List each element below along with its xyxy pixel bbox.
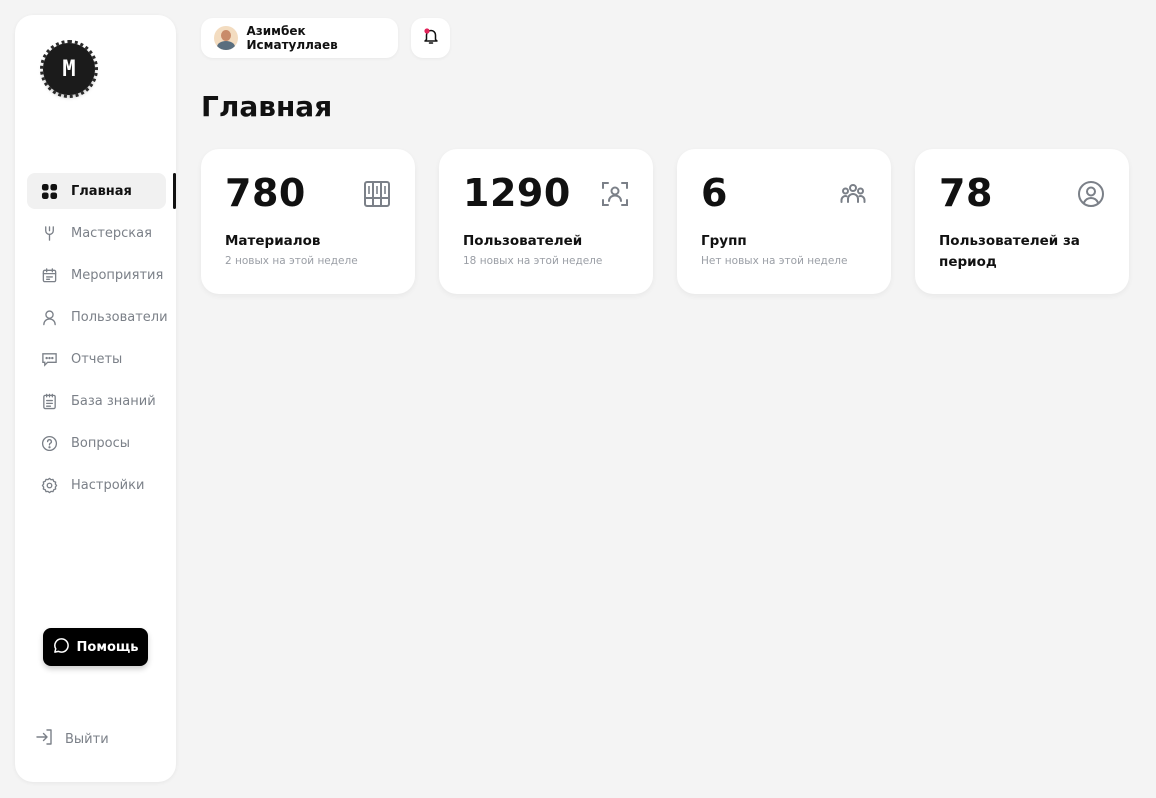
group-icon [839, 180, 867, 208]
sidebar-item-label: Мероприятия [71, 267, 164, 283]
clipboard-icon [40, 392, 58, 410]
stat-value: 78 [939, 171, 993, 215]
help-button-label: Помощь [76, 639, 139, 655]
sidebar-item-label: Пользователи [71, 309, 168, 325]
stat-label: Групп [701, 233, 747, 249]
gear-icon [40, 476, 58, 494]
stat-value: 6 [701, 171, 728, 215]
dashboard-icon [40, 182, 58, 200]
logout-icon [35, 727, 55, 751]
notifications-button[interactable] [411, 18, 450, 58]
chat-bubble-icon [53, 637, 70, 658]
avatar [214, 26, 238, 50]
user-profile-chip[interactable]: Азимбек Исматуллаев [201, 18, 398, 58]
stat-card-users-period[interactable]: 78 Пользователей за период [915, 149, 1129, 294]
calendar-icon [40, 266, 58, 284]
sidebar-item-events[interactable]: Мероприятия [27, 257, 176, 293]
sidebar-item-label: Отчеты [71, 351, 123, 367]
stat-subtext: 18 новых на этой неделе [463, 255, 603, 267]
user-circle-icon [1077, 180, 1105, 208]
stat-value: 1290 [463, 171, 571, 215]
sidebar-item-users[interactable]: Пользователи [27, 299, 176, 335]
stat-subtext: Нет новых на этой неделе [701, 255, 848, 267]
user-icon [40, 308, 58, 326]
sidebar-item-label: Мастерская [71, 225, 152, 241]
stat-card-materials[interactable]: 780 Материалов 2 новых на этой неделе [201, 149, 415, 294]
question-icon [40, 434, 58, 452]
help-button[interactable]: Помощь [43, 628, 148, 666]
sidebar-item-label: Главная [71, 183, 132, 199]
logout-button[interactable]: Выйти [35, 727, 109, 751]
sidebar-item-label: Настройки [71, 477, 145, 493]
stat-value: 780 [225, 171, 306, 215]
sidebar: M Главная Мастерская Мероприятия Пользов… [15, 15, 176, 782]
page-title: Главная [201, 90, 333, 123]
chat-icon [40, 350, 58, 368]
sidebar-item-workshop[interactable]: Мастерская [27, 215, 176, 251]
stat-label: Пользователей [463, 233, 583, 249]
sidebar-item-home[interactable]: Главная [27, 173, 176, 209]
sidebar-item-label: Вопросы [71, 435, 130, 451]
sidebar-item-knowledge-base[interactable]: База знаний [27, 383, 176, 419]
columns-icon [363, 180, 391, 208]
sidebar-item-questions[interactable]: Вопросы [27, 425, 176, 461]
stat-label: Пользователей за период [939, 233, 1080, 270]
app-logo[interactable]: M [40, 40, 98, 98]
stat-subtext: 2 новых на этой неделе [225, 255, 358, 267]
stat-card-users[interactable]: 1290 Пользователей 18 новых на этой неде… [439, 149, 653, 294]
stat-label: Материалов [225, 233, 321, 249]
logout-label: Выйти [65, 731, 109, 747]
tool-icon [40, 224, 58, 242]
user-scan-icon [601, 180, 629, 208]
user-name: Азимбек Исматуллаев [246, 24, 338, 52]
sidebar-item-reports[interactable]: Отчеты [27, 341, 176, 377]
sidebar-item-settings[interactable]: Настройки [27, 467, 176, 503]
bell-icon [422, 27, 440, 49]
sidebar-item-label: База знаний [71, 393, 156, 409]
stat-card-groups[interactable]: 6 Групп Нет новых на этой неделе [677, 149, 891, 294]
sidebar-nav: Главная Мастерская Мероприятия Пользоват… [27, 173, 176, 509]
